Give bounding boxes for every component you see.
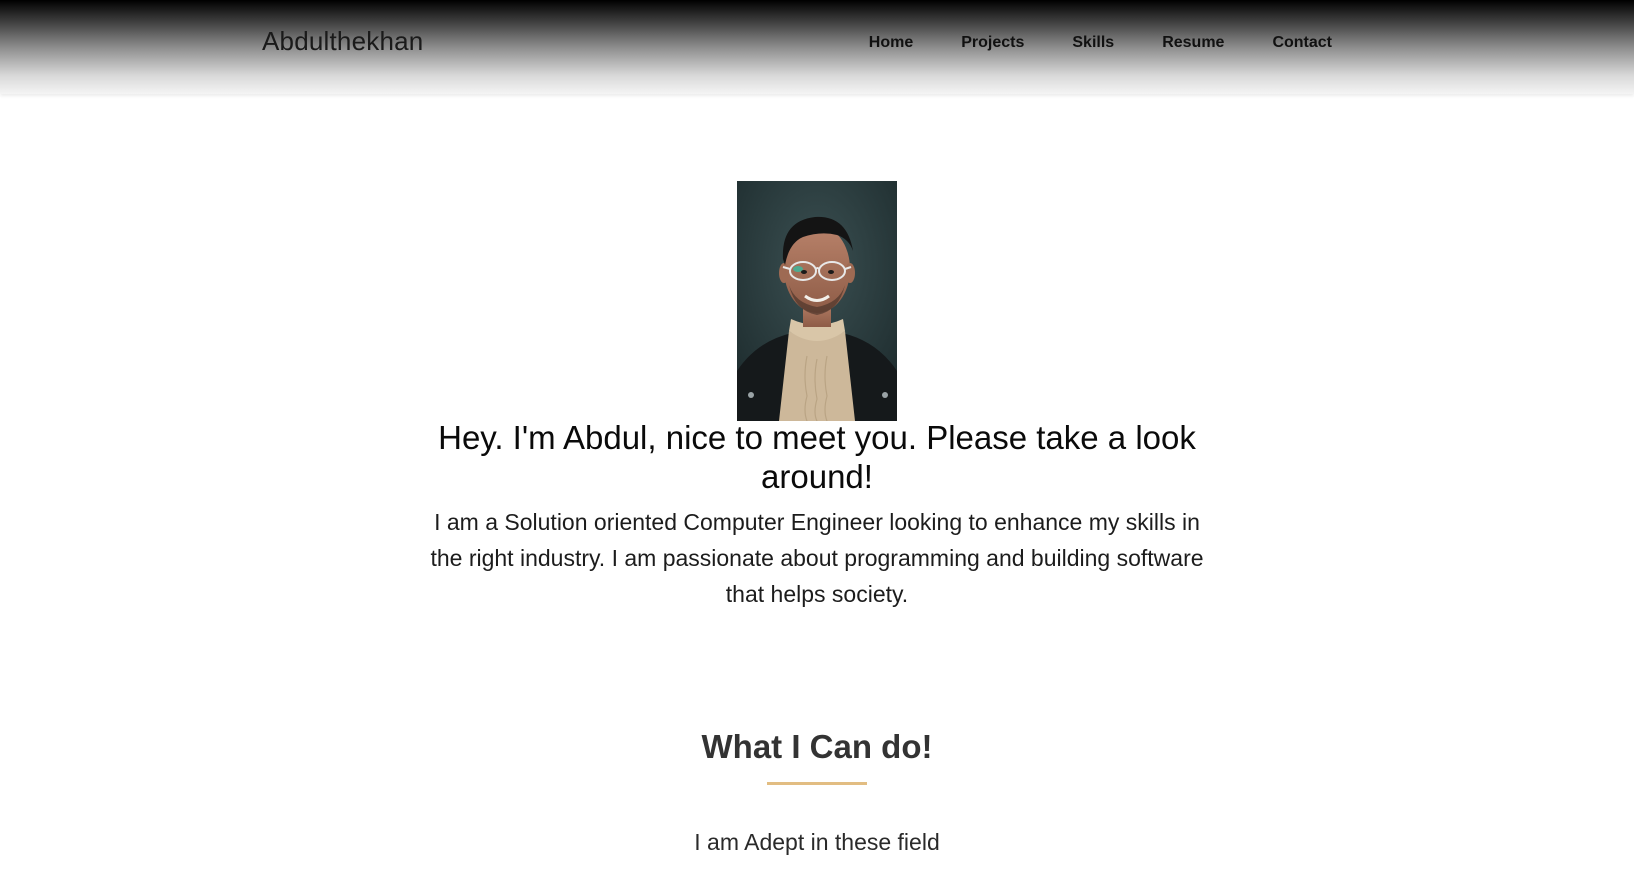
profile-photo — [737, 181, 897, 421]
nav-contact-link[interactable]: Contact — [1272, 34, 1332, 52]
nav-skills-link[interactable]: Skills — [1072, 34, 1114, 52]
skills-section-title: What I Can do! — [701, 728, 933, 765]
skills-section-subtitle: I am Adept in these field — [694, 829, 940, 855]
nav-home-link[interactable]: Home — [869, 34, 913, 52]
section-title-underline — [767, 782, 867, 785]
top-navbar: Abdulthekhan Home Projects Skills Resume… — [0, 0, 1634, 94]
nav-resume-link[interactable]: Resume — [1162, 34, 1224, 52]
hero-headline: Hey. I'm Abdul, nice to meet you. Please… — [438, 419, 1196, 495]
hero-intro: I am a Solution oriented Computer Engine… — [430, 509, 1204, 607]
brand-logo-link[interactable]: Abdulthekhan — [262, 26, 423, 57]
nav-projects-link[interactable]: Projects — [961, 34, 1024, 52]
main-nav: Home Projects Skills Resume Contact — [821, 34, 1332, 52]
